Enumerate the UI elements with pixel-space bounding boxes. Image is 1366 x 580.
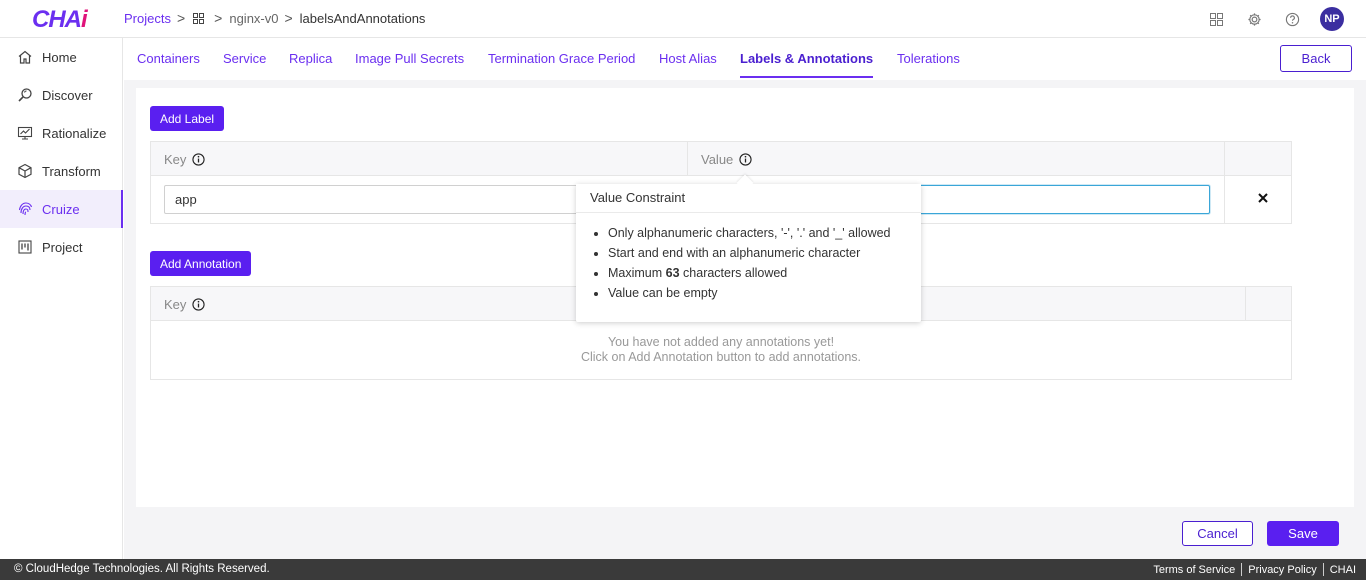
breadcrumb-app[interactable]: nginx-v0: [229, 11, 278, 26]
help-icon[interactable]: [1282, 9, 1302, 29]
info-icon[interactable]: [192, 152, 206, 166]
apps-grid-icon[interactable]: [1206, 9, 1226, 29]
tab-service[interactable]: Service: [223, 51, 266, 66]
list-item: Start and end with an alphanumeric chara…: [608, 243, 907, 263]
sidebar-item-label: Project: [42, 239, 83, 255]
tooltip-constraint-list: Only alphanumeric characters, '-', '.' a…: [576, 213, 921, 303]
value-constraint-tooltip: Value Constraint Only alphanumeric chara…: [576, 184, 921, 322]
sidebar-item-label: Cruize: [42, 201, 80, 217]
header-icons: NP: [1206, 7, 1344, 31]
tooltip-title: Value Constraint: [576, 184, 921, 213]
annotations-empty-state: You have not added any annotations yet! …: [151, 321, 1291, 379]
tab-labels-annotations[interactable]: Labels & Annotations: [740, 51, 874, 78]
key-column-header: Key: [151, 142, 688, 176]
gear-icon[interactable]: [1244, 9, 1264, 29]
breadcrumb-current: labelsAndAnnotations: [299, 10, 426, 26]
sidebar-item-label: Rationalize: [42, 125, 107, 141]
save-button[interactable]: Save: [1267, 521, 1339, 546]
footer-brand: CHAI: [1329, 563, 1356, 576]
footer: © CloudHedge Technologies. All Rights Re…: [0, 559, 1366, 580]
grid-icon[interactable]: [192, 12, 204, 24]
breadcrumb-separator: >: [284, 10, 293, 26]
tab-host-alias[interactable]: Host Alias: [659, 51, 717, 66]
empty-message-line2: Click on Add Annotation button to add an…: [580, 350, 862, 364]
project-icon: [16, 238, 34, 256]
discover-icon: [16, 86, 34, 104]
add-annotation-button[interactable]: Add Annotation: [150, 251, 252, 276]
sidebar-item-rationalize[interactable]: Rationalize: [0, 114, 122, 152]
column-divider: [1245, 287, 1246, 321]
value-header-label: Value: [701, 151, 734, 167]
cancel-button[interactable]: Cancel: [1182, 521, 1253, 546]
labels-table-header: Key Value: [151, 142, 1291, 224]
tab-tolerations[interactable]: Tolerations: [897, 51, 960, 66]
top-header: CHAi Projects > > nginx-v0 > labelsAndAn…: [0, 0, 1366, 38]
list-item: Only alphanumeric characters, '-', '.' a…: [608, 223, 907, 243]
sidebar-item-label: Discover: [42, 87, 93, 103]
breadcrumb: Projects > > nginx-v0 > labelsAndAnnotat…: [124, 10, 425, 26]
info-icon[interactable]: [192, 297, 206, 311]
sidebar-item-cruize[interactable]: Cruize: [0, 190, 123, 228]
sidebar-item-transform[interactable]: Transform: [0, 152, 122, 190]
terms-link[interactable]: Terms of Service: [1153, 564, 1235, 576]
column-divider: [687, 142, 688, 176]
close-icon[interactable]: [1255, 190, 1271, 206]
rationalize-icon: [16, 124, 34, 142]
tab-replica[interactable]: Replica: [289, 51, 332, 66]
tab-image-pull-secrets[interactable]: Image Pull Secrets: [355, 51, 464, 66]
privacy-link[interactable]: Privacy Policy: [1248, 564, 1316, 576]
empty-message-line1: You have not added any annotations yet!: [607, 335, 835, 349]
key-header-label: Key: [164, 151, 187, 167]
sidebar-item-discover[interactable]: Discover: [0, 76, 122, 114]
chai-logo[interactable]: CHAi: [32, 6, 88, 34]
sidebar-item-label: Transform: [42, 163, 101, 179]
add-label-button[interactable]: Add Label: [150, 106, 225, 131]
tab-termination-grace-period[interactable]: Termination Grace Period: [488, 51, 635, 66]
list-item: Value can be empty: [608, 283, 907, 303]
value-column-header: Value: [688, 142, 1225, 176]
tab-bar: Containers Service Replica Image Pull Se…: [124, 38, 1366, 80]
key-header-label: Key: [164, 296, 187, 312]
back-button[interactable]: Back: [1280, 45, 1352, 72]
info-icon[interactable]: [739, 152, 752, 166]
breadcrumb-projects[interactable]: Projects: [124, 11, 171, 26]
breadcrumb-separator: >: [214, 10, 223, 26]
breadcrumb-separator: >: [176, 10, 186, 26]
copyright-text: © CloudHedge Technologies. All Rights Re…: [14, 563, 270, 575]
sidebar-item-home[interactable]: Home: [0, 38, 122, 76]
list-item: Maximum 63 characters allowed: [608, 263, 907, 283]
home-icon: [16, 48, 34, 66]
sidebar-item-label: Home: [42, 49, 77, 65]
transform-icon: [16, 162, 34, 180]
cruize-icon: [16, 200, 34, 218]
footer-divider: [1322, 563, 1324, 576]
tab-containers[interactable]: Containers: [137, 51, 200, 66]
avatar[interactable]: NP: [1320, 7, 1344, 31]
sidebar-item-project[interactable]: Project: [0, 228, 122, 266]
sidebar: Home Discover Rationalize Transform Crui…: [0, 38, 123, 559]
footer-divider: [1241, 563, 1243, 576]
footer-links: Terms of Service Privacy Policy CHAI: [1153, 563, 1356, 576]
